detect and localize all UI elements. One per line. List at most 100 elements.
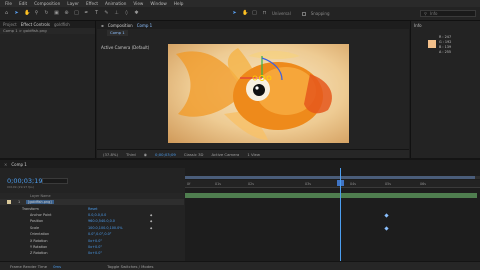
keyframe-marker[interactable] [384,213,389,218]
keyframe-marker[interactable] [384,226,389,231]
tab-composition[interactable]: Composition [108,23,133,28]
composition-panel: ▪ Composition Comp 1 Comp 1 Active Camer… [97,21,409,158]
info-a: A : 255 [439,50,452,54]
ruler-tick: 0f [187,182,191,186]
timeline-graph[interactable]: 0f 01s 02s 03s 04s 05s 06s [185,168,480,263]
rotate-tool-icon[interactable]: ↻ [44,11,49,16]
lock-icon[interactable]: ▪ [101,23,104,28]
ruler-tick: 04s [350,182,356,186]
info-b: B : 139 [439,45,452,49]
layer-name-header: Layer Name [30,194,51,198]
menu-composition[interactable]: Composition [34,1,60,6]
camera-dropdown[interactable]: Active Camera [211,152,239,157]
tab-layer-name[interactable]: goldfish [54,22,70,27]
clone-stamp-tool-icon[interactable]: ⊥ [114,11,119,16]
search-icon: ⚲ [424,11,427,16]
property-name: X Rotation [30,238,48,243]
menu-layer[interactable]: Layer [67,1,79,6]
hand-icon[interactable]: ✋ [242,11,248,16]
menu-window[interactable]: Window [150,1,167,6]
menu-help[interactable]: Help [174,1,184,6]
zoom-tool-icon[interactable]: ⚲ [34,11,39,16]
hand-tool-icon[interactable]: ✋ [24,11,30,16]
goldfish-image[interactable] [168,44,349,143]
search-help-box[interactable]: ⚲ Info [420,10,476,17]
tab-project[interactable]: Project [3,22,17,27]
time-ruler[interactable]: 0f 01s 02s 03s 04s 05s 06s [185,180,480,188]
property-value[interactable]: 960.0,540.0,0.0 [88,219,115,223]
property-value[interactable]: Reset [88,207,97,211]
snapping-label[interactable]: Snapping [311,11,330,16]
comp-sub-tab[interactable]: Comp 1 [107,30,128,36]
tab-timeline-comp[interactable]: Comp 1 [11,162,27,167]
keyframe-nav[interactable]: ◆ [150,219,152,223]
work-area-bar[interactable] [185,176,480,179]
left-panel-tabs: Project Effect Controls goldfish [0,21,95,28]
property-value[interactable]: 0x+0.0° [88,239,102,243]
pan-behind-tool-icon[interactable]: ⊕ [64,11,69,16]
timeline-panel: × Comp 1 0;00;03;19 00109 (29.97 fps) La… [0,158,480,270]
snapping-checkbox[interactable] [301,11,306,16]
layer-name[interactable]: [goldfish.png] [26,200,54,205]
move-tool-icon[interactable]: ➤ [232,11,237,16]
camera-tool-icon[interactable]: ▣ [54,11,59,16]
magnet-icon[interactable]: ⊓ [262,11,267,16]
tab-effect-controls[interactable]: Effect Controls [21,22,50,27]
property-value[interactable]: 0.0,0.0,0.0 [88,213,106,217]
property-value[interactable]: 100.0,100.0,100.0% [88,226,123,230]
layer-list: Layer Name 1 [goldfish.png] Transform Re… [0,193,184,262]
keyframe-nav[interactable]: ◆ [150,226,152,230]
timeline-timecode[interactable]: 0;00;03;19 [7,177,43,185]
keyframe-nav[interactable]: ◆ [150,213,152,217]
timeline-tabs: × Comp 1 [0,160,480,168]
selection-tool-icon[interactable]: ➤ [14,11,19,16]
property-value[interactable]: 0x+0.0° [88,245,102,249]
composition-viewport[interactable]: Active Camera (Default) [97,37,409,149]
brush-tool-icon[interactable]: ✎ [104,11,109,16]
layer-duration-bar[interactable] [185,193,477,198]
menu-view[interactable]: View [133,1,143,6]
close-icon[interactable]: × [4,162,7,167]
view-mode-label[interactable]: Classic 3D [184,152,204,157]
tab-comp-name[interactable]: Comp 1 [137,23,153,28]
ruler-tick: 03s [305,182,311,186]
timeline-footer: Frame Render Time 0ms Toggle Switches / … [0,261,480,270]
property-name: Y Rotation [30,244,48,249]
pen-tool-icon[interactable]: ✒ [84,11,89,16]
resolution-dropdown[interactable]: Third [126,152,136,157]
property-value[interactable]: 0x+0.0° [88,251,102,255]
ruler-tick: 06s [420,182,426,186]
effect-controls-breadcrumb: Comp 1 > goldfish.png [0,28,95,34]
timeline-search-input[interactable] [42,178,68,184]
home-icon[interactable]: ⌂ [4,11,9,16]
eraser-tool-icon[interactable]: ◊ [124,11,129,16]
ruler-tick: 05s [385,182,391,186]
views-dropdown[interactable]: 1 View [247,152,260,157]
layer-color-label[interactable] [7,200,11,205]
property-value[interactable]: 0.0°,0.0°,0.0° [88,232,111,236]
rect-icon[interactable]: □ [252,11,257,16]
toggle-switches-button[interactable]: Toggle Switches / Modes [107,264,153,269]
menu-edit[interactable]: Edit [19,1,27,6]
menu-effect[interactable]: Effect [86,1,98,6]
zoom-dropdown[interactable]: (37.8%) [103,152,118,157]
camera-snapshot-icon[interactable]: ◉ [144,152,147,157]
menu-file[interactable]: File [5,1,12,6]
ruler-tick: 01s [215,182,221,186]
comp-timecode[interactable]: 0;00;03;09 [155,152,176,157]
universal-label[interactable]: Universal [272,11,291,16]
work-area-fill[interactable] [185,176,475,179]
goldfish-illustration [176,48,332,140]
playhead-line[interactable] [340,168,341,263]
info-panel: Info R : 247 G : 192 B : 139 A : 255 [410,21,480,158]
puppet-tool-icon[interactable]: ✱ [134,11,139,16]
view-label: Active Camera (Default) [101,45,150,50]
property-row[interactable]: Z Rotation 0x+0.0° [0,250,184,256]
info-g: G : 192 [439,40,452,44]
type-tool-icon[interactable]: T [94,11,99,16]
property-name: Z Rotation [30,251,48,256]
rectangle-tool-icon[interactable]: □ [74,11,79,16]
menu-animation[interactable]: Animation [105,1,126,6]
info-r: R : 247 [439,35,452,39]
frame-render-label: Frame Render Time [10,263,48,269]
